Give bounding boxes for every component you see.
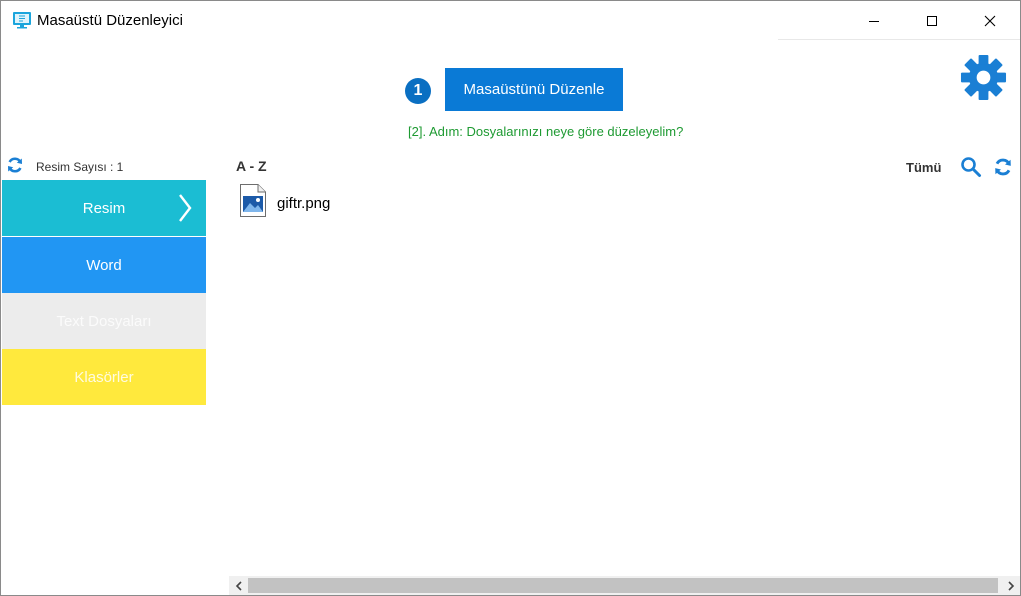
sidebar-item-folders[interactable]: Klasörler	[2, 349, 206, 405]
close-button[interactable]	[962, 1, 1018, 40]
close-icon	[984, 15, 996, 26]
search-icon[interactable]	[960, 156, 982, 183]
refresh-icon[interactable]	[6, 156, 24, 179]
minimize-icon	[869, 20, 879, 22]
title-divider	[778, 39, 1020, 40]
step-number-badge: 1	[405, 78, 431, 104]
image-count-label: Resim Sayısı : 1	[36, 160, 124, 174]
file-name: giftr.png	[277, 194, 331, 212]
maximize-button[interactable]	[904, 1, 960, 40]
sidebar-item-label: Klasörler	[74, 368, 134, 386]
sidebar-header: Resim Sayısı : 1	[6, 156, 124, 179]
horizontal-scrollbar[interactable]	[229, 576, 1020, 595]
maximize-icon	[927, 15, 937, 26]
sort-order-label[interactable]: A - Z	[236, 158, 267, 174]
sidebar-item-label: Word	[86, 256, 122, 274]
organize-desktop-button[interactable]: Masaüstünü Düzenle	[445, 68, 623, 111]
sidebar-item-label: Resim	[82, 199, 126, 217]
scroll-right-arrow-icon[interactable]	[1001, 576, 1020, 595]
minimize-button[interactable]	[846, 1, 902, 40]
image-file-icon	[239, 183, 267, 223]
settings-gear-icon[interactable]	[960, 54, 1007, 101]
sidebar-item-resim[interactable]: Resim	[2, 180, 206, 236]
scrollbar-thumb[interactable]	[248, 578, 998, 593]
sidebar-item-label: Text Dosyaları	[56, 312, 152, 330]
window-title: Masaüstü Düzenleyici	[37, 12, 183, 29]
filter-all-label[interactable]: Tümü	[906, 160, 941, 175]
refresh-icon[interactable]	[993, 157, 1013, 182]
scroll-left-arrow-icon[interactable]	[229, 576, 248, 595]
title-bar[interactable]: Masaüstü Düzenleyici	[1, 1, 1020, 40]
sidebar-item-word[interactable]: Word	[2, 237, 206, 293]
app-window: Masaüstü Düzenleyici 1 Masaüstünü Düzenl…	[0, 0, 1021, 596]
sidebar-item-text-files[interactable]: Text Dosyaları	[2, 293, 206, 349]
chevron-right-icon	[178, 193, 192, 227]
step-hint-text: [2]. Adım: Dosyalarınızı neye göre düzel…	[408, 124, 684, 139]
list-item[interactable]: giftr.png	[239, 183, 330, 223]
app-monitor-icon	[12, 11, 32, 29]
